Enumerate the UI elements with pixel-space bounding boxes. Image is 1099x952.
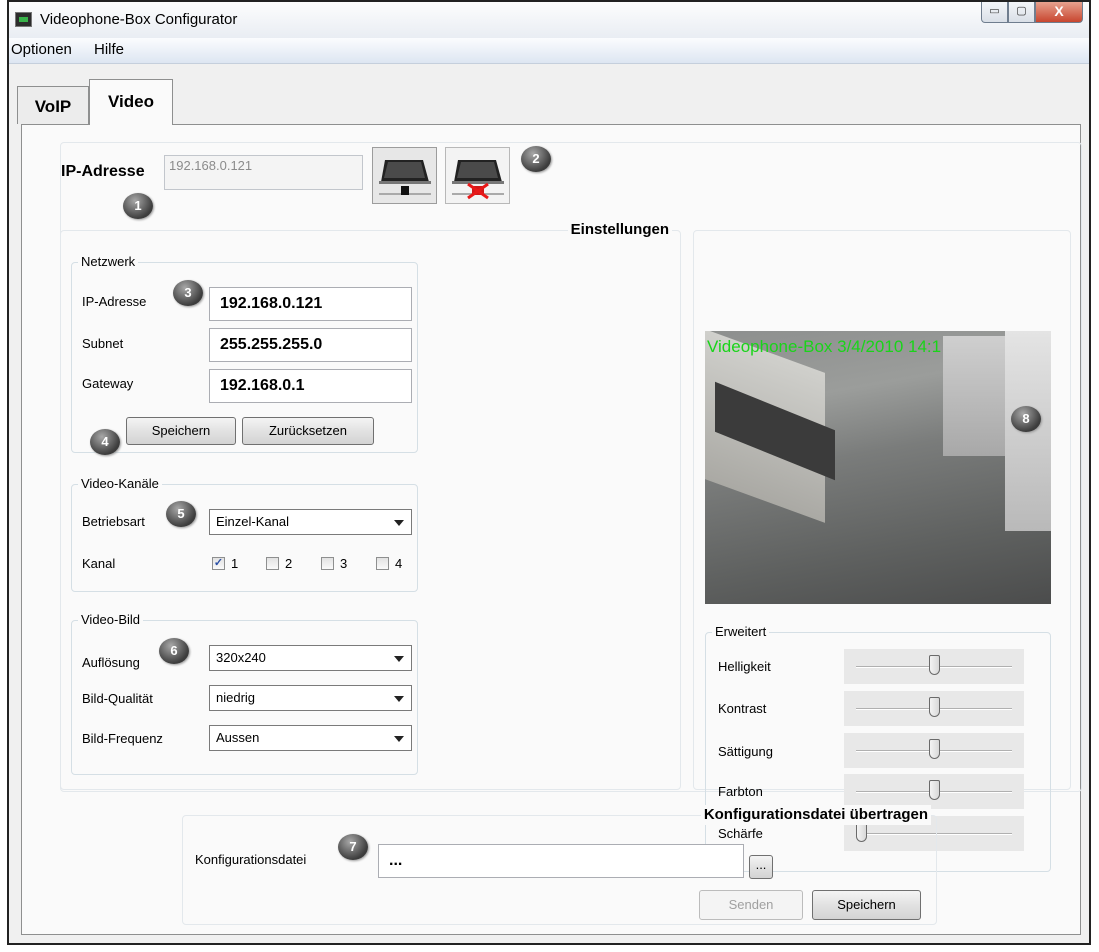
quality-select-value: niedrig [216,690,256,705]
config-file-label: Konfigurationsdatei [195,852,307,867]
chevron-down-icon [394,696,404,702]
network-reset-button[interactable]: Zurücksetzen [242,417,374,445]
badge-3: 3 [173,280,203,306]
saturation-label: Sättigung [718,744,773,759]
channel-2-checkbox[interactable] [266,557,279,570]
chevron-down-icon [394,736,404,742]
video-tab-page: IP-Adresse 192.168.0.121 1 2 Einstellung… [21,124,1082,935]
contrast-slider[interactable] [844,691,1024,726]
gateway-field[interactable]: 192.168.0.1 [209,369,412,403]
channel-3-checkbox[interactable] [321,557,334,570]
badge-1: 1 [123,193,153,219]
badge-8: 8 [1011,406,1041,432]
monitor-connect-icon [379,160,431,195]
channel-4-label: 4 [395,556,403,571]
app-window: Videophone-Box Configurator ▭ ▢ X Option… [7,0,1091,945]
tab-voip[interactable]: VoIP [17,86,89,124]
subnet-field[interactable]: 255.255.255.0 [209,328,412,362]
menu-bar: Optionen Hilfe [9,38,1089,64]
camera-preview: Videophone-Box 3/4/2010 14:1 8 [705,331,1051,604]
ip-address-field[interactable]: 192.168.0.121 [209,287,412,321]
saturation-slider[interactable] [844,733,1024,768]
connect-button[interactable] [372,147,437,204]
brightness-slider-thumb[interactable] [928,655,940,675]
resolution-label: Auflösung [82,655,140,670]
network-title: Netzwerk [78,254,139,270]
channel-label: Kanal [82,556,116,571]
config-save-button[interactable]: Speichern [812,890,921,920]
disconnect-button[interactable] [445,147,510,204]
menu-optionen[interactable]: Optionen [11,41,72,58]
resolution-select[interactable]: 320x240 [209,645,412,671]
badge-4: 4 [90,429,120,455]
channel-3-label: 3 [340,556,348,571]
brightness-slider[interactable] [844,649,1024,684]
contrast-slider-thumb[interactable] [928,697,940,717]
net-ip-label: IP-Adresse [82,294,147,309]
gateway-label: Gateway [82,376,134,391]
ip-label: IP-Adresse [61,163,145,180]
window-title: Videophone-Box Configurator [40,11,238,28]
minimize-button[interactable]: ▭ [981,2,1008,23]
monitor-disconnect-icon [452,160,504,200]
video-image-group: Video-Bild Auflösung 6 320x240 Bild-Qual… [71,612,418,775]
advanced-title: Erweitert [712,624,770,640]
settings-title: Einstellungen [567,220,672,240]
channels-title: Video-Kanäle [78,476,162,492]
badge-5: 5 [166,501,196,527]
mode-label: Betriebsart [82,514,145,529]
window-controls: ▭ ▢ X [981,2,1083,23]
channel-4-checkbox[interactable] [376,557,389,570]
resolution-select-value: 320x240 [216,650,266,665]
preview-scene-door [943,336,1013,456]
video-channels-group: Video-Kanäle Betriebsart 5 Einzel-Kanal … [71,476,418,592]
menu-hilfe[interactable]: Hilfe [94,41,124,58]
badge-7: 7 [338,834,368,860]
browse-button[interactable]: ... [749,855,773,879]
subnet-label: Subnet [82,336,124,351]
badge-6: 6 [159,638,189,664]
chevron-down-icon [394,520,404,526]
app-icon [15,12,32,27]
frequency-select-value: Aussen [216,730,260,745]
saturation-slider-thumb[interactable] [928,739,940,759]
close-button[interactable]: X [1035,2,1083,23]
channel-1-checkbox[interactable]: ✓ [212,557,225,570]
chevron-down-icon [394,656,404,662]
title-bar[interactable]: Videophone-Box Configurator ▭ ▢ X [9,2,1089,38]
mode-select-value: Einzel-Kanal [216,514,289,529]
preview-group: Videophone-Box 3/4/2010 14:1 8 Erweitert… [693,230,1071,872]
hue-slider-thumb[interactable] [928,780,940,800]
send-button[interactable]: Senden [699,890,803,920]
tab-video[interactable]: Video [89,79,173,125]
hue-slider[interactable] [844,774,1024,809]
device-ip-field[interactable]: 192.168.0.121 [164,155,363,190]
settings-group: Einstellungen Netzwerk IP-Adresse 3 192.… [60,220,681,790]
mode-select[interactable]: Einzel-Kanal [209,509,412,535]
config-title: Konfigurationsdatei übertragen [700,805,931,825]
camera-overlay-text: Videophone-Box 3/4/2010 14:1 [707,337,942,356]
brightness-label: Helligkeit [718,659,771,674]
config-file-group: Konfigurationsdatei übertragen Konfigura… [182,805,937,925]
hue-label: Farbton [718,784,763,799]
status-bar [9,935,1089,943]
channel-2-label: 2 [285,556,293,571]
frequency-select[interactable]: Aussen [209,725,412,751]
image-title: Video-Bild [78,612,144,628]
quality-select[interactable]: niedrig [209,685,412,711]
badge-2: 2 [521,146,551,172]
maximize-button[interactable]: ▢ [1008,2,1035,23]
quality-label: Bild-Qualität [82,691,153,706]
network-save-button[interactable]: Speichern [126,417,236,445]
contrast-label: Kontrast [718,701,767,716]
frequency-label: Bild-Frequenz [82,731,163,746]
network-group: Netzwerk IP-Adresse 3 192.168.0.121 Subn… [71,254,418,455]
channel-1-label: 1 [231,556,239,571]
config-file-field[interactable]: ... [378,844,744,878]
